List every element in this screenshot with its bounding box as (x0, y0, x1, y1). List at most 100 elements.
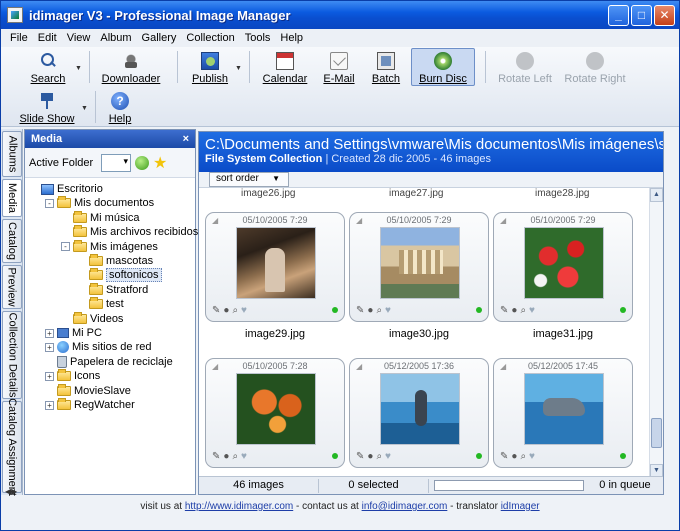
thumbnail-name[interactable]: image26.jpg (241, 188, 295, 199)
tree-item[interactable]: mascotas (77, 254, 153, 268)
close-button[interactable]: ✕ (654, 4, 675, 26)
app-icon[interactable] (7, 7, 23, 23)
thumbnail-card[interactable]: ◢ 05/10/2005 7:28 ✎ ● ⌕ ♥ (205, 358, 345, 468)
tab-catalog-assignment[interactable]: Catalog Assignment (2, 398, 22, 496)
edit-pen-icon[interactable]: ✎ (356, 451, 364, 462)
tree-item[interactable]: - Mis documentos (45, 196, 154, 210)
thumbnail-image[interactable] (236, 227, 316, 299)
expand-icon[interactable]: + (45, 328, 54, 338)
tab-collection-details[interactable]: Collection Details (2, 311, 22, 399)
rating-heart-icon[interactable]: ♥ (241, 451, 247, 462)
tree-item[interactable]: Escritorio (29, 182, 103, 196)
thumbnail-image[interactable] (524, 227, 604, 299)
thumbnail-image[interactable] (380, 373, 460, 445)
edit-pen-icon[interactable]: ✎ (212, 451, 220, 462)
rotate-left-button[interactable]: Rotate Left (495, 49, 555, 87)
tree-item[interactable]: + Icons (45, 369, 100, 383)
tab-media[interactable]: Media (2, 179, 22, 217)
tree-item[interactable]: Papelera de reciclaje (45, 355, 173, 369)
tree-item[interactable]: Stratford (77, 282, 148, 297)
rating-heart-icon[interactable]: ♥ (529, 305, 535, 316)
thumbnail-name[interactable]: image30.jpg (349, 328, 489, 340)
menu-view[interactable]: View (62, 32, 96, 44)
menu-tools[interactable]: Tools (240, 32, 276, 44)
info-icon[interactable]: ● (511, 305, 517, 316)
menu-gallery[interactable]: Gallery (137, 32, 182, 44)
info-icon[interactable]: ● (367, 451, 373, 462)
search-dropdown-arrow[interactable]: ▼ (75, 65, 82, 72)
info-icon[interactable]: ● (367, 305, 373, 316)
info-icon[interactable]: ● (223, 305, 229, 316)
downloader-button[interactable]: Downloader (99, 49, 163, 87)
zoom-icon[interactable]: ⌕ (232, 451, 238, 462)
batch-button[interactable]: Batch (367, 49, 405, 87)
email-button[interactable]: E-Mail (319, 49, 359, 87)
thumbnail-card[interactable]: ◢ 05/12/2005 17:45 ✎ ● ⌕ ♥ (493, 358, 633, 468)
menu-album[interactable]: Album (95, 32, 136, 44)
maximize-button[interactable]: □ (631, 4, 652, 26)
menu-help[interactable]: Help (275, 32, 308, 44)
menu-file[interactable]: File (5, 32, 33, 44)
media-panel-close-icon[interactable]: × (183, 133, 189, 145)
rotate-right-button[interactable]: Rotate Right (563, 49, 627, 87)
thumbnail-name[interactable]: image31.jpg (493, 328, 633, 340)
tree-item[interactable]: - Mis imágenes (61, 239, 158, 254)
thumbnail-card[interactable]: ◢ 05/10/2005 7:29 ✎ ● ⌕ ♥ (349, 212, 489, 322)
edit-pen-icon[interactable]: ✎ (500, 305, 508, 316)
email-link[interactable]: info@idimager.com (362, 501, 448, 512)
zoom-icon[interactable]: ⌕ (232, 305, 238, 316)
expand-icon[interactable]: + (45, 371, 54, 381)
expand-icon[interactable]: + (45, 400, 54, 410)
translator-link[interactable]: idImager (501, 501, 540, 512)
tree-item[interactable]: + Mi PC (45, 326, 102, 340)
website-link[interactable]: http://www.idimager.com (185, 501, 293, 512)
tree-item[interactable]: test (77, 297, 124, 311)
thumbnail-name[interactable]: image29.jpg (205, 328, 345, 340)
slide-show-button[interactable]: Slide Show (19, 89, 75, 127)
title-bar[interactable]: idimager V3 - Professional Image Manager… (1, 1, 679, 29)
tree-item[interactable]: Videos (61, 311, 123, 326)
search-button[interactable]: Search (23, 49, 73, 87)
edit-pen-icon[interactable]: ✎ (356, 305, 364, 316)
rating-heart-icon[interactable]: ♥ (241, 305, 247, 316)
edit-pen-icon[interactable]: ✎ (212, 305, 220, 316)
publish-button[interactable]: Publish (187, 49, 233, 87)
tree-item[interactable]: + RegWatcher (45, 398, 135, 412)
menu-edit[interactable]: Edit (33, 32, 62, 44)
info-icon[interactable]: ● (511, 451, 517, 462)
panel-scroll-arrows[interactable]: ◀▶ (5, 487, 17, 496)
thumbnail-card[interactable]: ◢ 05/12/2005 17:36 ✎ ● ⌕ ♥ (349, 358, 489, 468)
collapse-icon[interactable]: - (61, 242, 70, 252)
zoom-icon[interactable]: ⌕ (376, 305, 382, 316)
thumbnail-card[interactable]: ◢ 05/10/2005 7:29 ✎ ● ⌕ ♥ (493, 212, 633, 322)
thumbnail-image[interactable] (380, 227, 460, 299)
minimize-button[interactable]: _ (608, 4, 629, 26)
scrollbar-thumb[interactable] (651, 418, 662, 448)
tab-albums[interactable]: Albums (2, 131, 22, 177)
vertical-scrollbar[interactable]: ▲ ▼ (649, 188, 663, 478)
slideshow-dropdown-arrow[interactable]: ▼ (81, 105, 88, 112)
rating-heart-icon[interactable]: ♥ (385, 305, 391, 316)
tree-item[interactable]: Mis archivos recibidos (61, 225, 198, 239)
publish-dropdown-arrow[interactable]: ▼ (235, 65, 242, 72)
collapse-icon[interactable]: - (45, 198, 54, 208)
expand-icon[interactable]: + (45, 342, 54, 352)
thumbnail-image[interactable] (236, 373, 316, 445)
edit-pen-icon[interactable]: ✎ (500, 451, 508, 462)
info-icon[interactable]: ● (223, 451, 229, 462)
rating-heart-icon[interactable]: ♥ (529, 451, 535, 462)
help-button[interactable]: ? Help (103, 89, 137, 127)
thumbnail-name[interactable]: image28.jpg (535, 188, 589, 199)
tree-item[interactable]: MovieSlave (45, 383, 131, 398)
calendar-button[interactable]: Calendar (259, 49, 311, 87)
zoom-icon[interactable]: ⌕ (520, 451, 526, 462)
go-icon[interactable] (135, 155, 149, 170)
tree-item[interactable]: + Mis sitios de red (45, 340, 151, 354)
scroll-up-arrow[interactable]: ▲ (650, 188, 663, 202)
sort-order-dropdown[interactable]: sort order (209, 172, 289, 187)
menu-collection[interactable]: Collection (181, 32, 239, 44)
thumbnail-card[interactable]: ◢ 05/10/2005 7:29 ✎ ● ⌕ ♥ (205, 212, 345, 322)
active-folder-select[interactable] (101, 153, 131, 172)
zoom-icon[interactable]: ⌕ (520, 305, 526, 316)
thumbnail-name[interactable]: image27.jpg (389, 188, 443, 199)
